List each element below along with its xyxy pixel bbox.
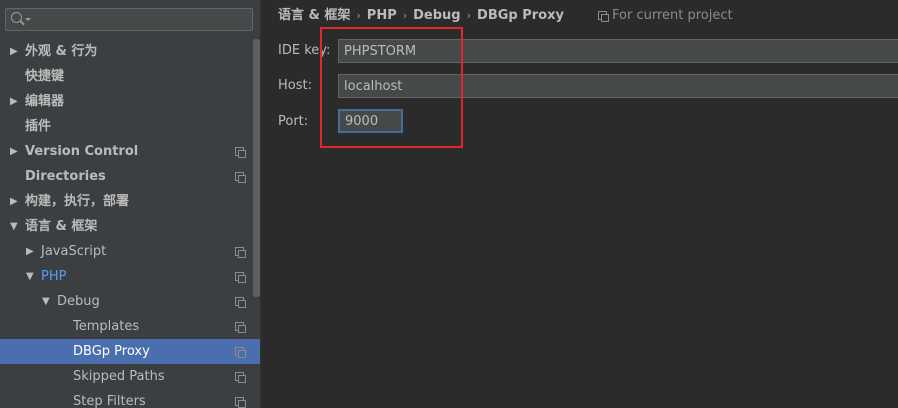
tree-item-keymap[interactable]: 快捷键 (0, 64, 253, 89)
project-scope-icon (235, 397, 246, 408)
tree-item-templates[interactable]: Templates (0, 314, 253, 339)
host-field[interactable] (338, 74, 898, 98)
tree-item-label: DBGp Proxy (73, 344, 150, 359)
project-scope-icon (235, 322, 246, 333)
project-scope-icon (235, 172, 246, 183)
tree-item-build-execution-deployment[interactable]: ▶ 构建，执行，部署 (0, 189, 253, 214)
tree-item-php[interactable]: ▼ PHP (0, 264, 253, 289)
expand-arrow-icon[interactable]: ▶ (10, 189, 20, 214)
tree-item-languages-frameworks[interactable]: ▼ 语言 & 框架 (0, 214, 253, 239)
tree-item-label: Debug (57, 294, 100, 309)
tree-item-step-filters[interactable]: Step Filters (0, 389, 253, 408)
tree-item-version-control[interactable]: ▶ Version Control (0, 139, 253, 164)
settings-content: 语言 & 框架 › PHP › Debug › DBGp Proxy For current… (262, 0, 898, 408)
tree-item-label: JavaScript (41, 244, 107, 259)
tree-item-label: Templates (73, 319, 140, 334)
settings-tree: ▶ 外观 & 行为 快捷键 ▶ 编辑器 插件 ▶ Version Control… (0, 39, 260, 408)
expand-arrow-icon[interactable]: ▶ (10, 39, 20, 64)
ide-key-field[interactable] (338, 39, 898, 63)
tree-item-label: 构建，执行，部署 (25, 194, 130, 209)
collapse-arrow-icon[interactable]: ▼ (42, 289, 52, 314)
tree-item-label: 外观 & 行为 (25, 44, 98, 59)
tree-item-plugins[interactable]: 插件 (0, 114, 253, 139)
search-icon (11, 12, 22, 23)
scope-label: For current project (612, 8, 733, 23)
tree-item-editor[interactable]: ▶ 编辑器 (0, 89, 253, 114)
breadcrumb-item: Debug (413, 8, 461, 23)
breadcrumb-separator: › (402, 9, 408, 22)
expand-arrow-icon[interactable]: ▶ (10, 139, 20, 164)
tree-item-label: 语言 & 框架 (25, 219, 98, 234)
port-label: Port: (278, 114, 309, 129)
tree-item-appearance-behavior[interactable]: ▶ 外观 & 行为 (0, 39, 253, 64)
search-options-dropdown-icon[interactable] (25, 18, 31, 21)
tree-item-debug[interactable]: ▼ Debug (0, 289, 253, 314)
tree-item-dbgp-proxy[interactable]: DBGp Proxy (0, 339, 260, 364)
settings-sidebar: ▶ 外观 & 行为 快捷键 ▶ 编辑器 插件 ▶ Version Control… (0, 0, 261, 408)
sidebar-scrollbar[interactable] (253, 39, 260, 297)
settings-search-box[interactable] (5, 8, 253, 31)
expand-arrow-icon[interactable]: ▶ (10, 89, 20, 114)
project-scope-icon (235, 297, 246, 308)
port-field[interactable] (338, 109, 403, 133)
expand-arrow-icon[interactable]: ▶ (26, 239, 36, 264)
breadcrumb-item: PHP (366, 8, 397, 23)
breadcrumb-separator: › (466, 9, 472, 22)
tree-item-directories[interactable]: Directories (0, 164, 253, 189)
breadcrumb-separator: › (356, 9, 361, 22)
collapse-arrow-icon[interactable]: ▼ (26, 264, 36, 289)
breadcrumb: 语言 & 框架 › PHP › Debug › DBGp Proxy (278, 6, 564, 26)
project-scope-icon (598, 11, 609, 22)
scope-indicator: For current project (598, 6, 733, 26)
project-scope-icon (235, 272, 246, 283)
settings-search-input[interactable] (32, 11, 248, 28)
project-scope-icon (235, 147, 246, 158)
ide-key-label: IDE key: (278, 43, 331, 58)
tree-item-label: 快捷键 (25, 69, 65, 84)
tree-item-label: 编辑器 (25, 94, 65, 109)
tree-item-label: Skipped Paths (73, 369, 165, 384)
project-scope-icon (235, 372, 246, 383)
host-label: Host: (278, 78, 312, 93)
breadcrumb-item-current: DBGp Proxy (477, 8, 564, 23)
tree-item-label: PHP (41, 269, 67, 284)
project-scope-icon (235, 347, 246, 358)
tree-item-label: 插件 (25, 119, 52, 134)
collapse-arrow-icon[interactable]: ▼ (10, 214, 20, 239)
tree-item-label: Directories (25, 169, 106, 184)
project-scope-icon (235, 247, 246, 258)
tree-item-label: Version Control (25, 144, 139, 159)
breadcrumb-item: 语言 & 框架 (278, 8, 351, 23)
tree-item-label: Step Filters (73, 394, 146, 408)
tree-item-skipped-paths[interactable]: Skipped Paths (0, 364, 253, 389)
tree-item-javascript[interactable]: ▶ JavaScript (0, 239, 253, 264)
